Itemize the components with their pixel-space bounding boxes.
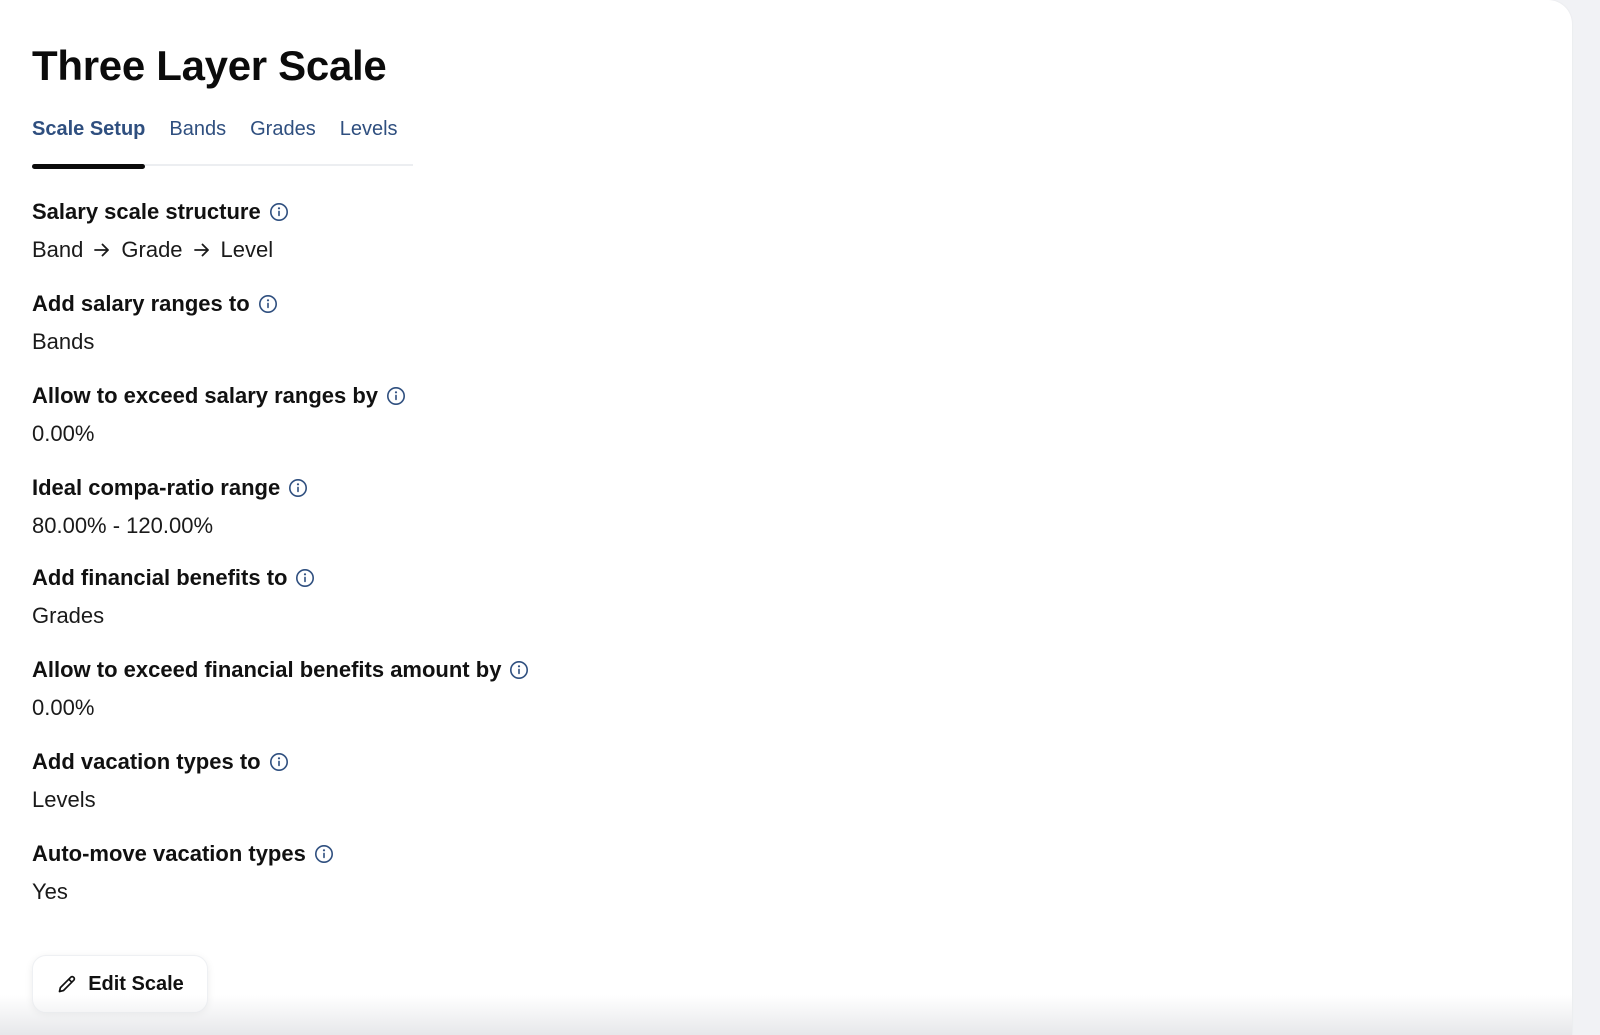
field-value: Grades — [32, 603, 105, 628]
info-icon[interactable] — [258, 294, 278, 314]
structure-band: Band — [32, 237, 84, 262]
tab-bands[interactable]: Bands — [169, 116, 226, 166]
field-auto-move-vacation: Auto-move vacation types Yes — [32, 840, 1572, 932]
field-vacation-types-to: Add vacation types to Levels — [32, 748, 1572, 840]
field-label: Add financial benefits to — [32, 565, 288, 590]
field-value: Levels — [32, 787, 96, 812]
info-icon[interactable] — [509, 660, 529, 680]
tab-bar: Scale Setup Bands Grades Levels — [32, 116, 413, 169]
bottom-fade — [0, 995, 1572, 1035]
info-icon[interactable] — [288, 478, 308, 498]
tab-grades[interactable]: Grades — [250, 116, 316, 166]
field-financial-benefits-to: Add financial benefits to Grades — [32, 564, 1572, 656]
info-icon[interactable] — [269, 752, 289, 772]
field-label: Salary scale structure — [32, 199, 261, 224]
field-exceed-financial-benefits: Allow to exceed financial benefits amoun… — [32, 656, 1572, 748]
edit-scale-button[interactable]: Edit Scale — [32, 955, 208, 1013]
pencil-icon — [56, 973, 78, 995]
field-label: Allow to exceed financial benefits amoun… — [32, 657, 502, 682]
tab-scale-setup[interactable]: Scale Setup — [32, 116, 146, 169]
edit-scale-label: Edit Scale — [88, 972, 184, 995]
field-value: 0.00% — [32, 421, 95, 446]
tab-levels[interactable]: Levels — [340, 116, 398, 166]
field-value: Yes — [32, 879, 68, 904]
field-label: Ideal compa-ratio range — [32, 475, 281, 500]
info-icon[interactable] — [269, 202, 289, 222]
page-title: Three Layer Scale — [32, 42, 387, 89]
field-label: Add vacation types to — [32, 749, 261, 774]
field-ideal-compa-ratio: Ideal compa-ratio range 80.00% - 120.00% — [32, 474, 1572, 564]
structure-grade: Grade — [121, 237, 183, 262]
scale-settings-list: Salary scale structure Band Grade Level … — [32, 198, 1572, 932]
structure-level: Level — [220, 237, 274, 262]
field-salary-ranges-to: Add salary ranges to Bands — [32, 290, 1572, 382]
field-label: Add salary ranges to — [32, 291, 250, 316]
field-label: Auto-move vacation types — [32, 841, 306, 866]
field-value: 80.00% - 120.00% — [32, 513, 214, 538]
info-icon[interactable] — [386, 386, 406, 406]
field-salary-scale-structure: Salary scale structure Band Grade Level — [32, 198, 1572, 290]
arrow-right-icon — [91, 239, 113, 261]
arrow-right-icon — [191, 239, 213, 261]
field-value: 0.00% — [32, 695, 95, 720]
field-label: Allow to exceed salary ranges by — [32, 383, 379, 408]
scale-detail-card: Three Layer Scale Scale Setup Bands Grad… — [0, 0, 1572, 1035]
info-icon[interactable] — [295, 568, 315, 588]
field-value: Band Grade Level — [32, 236, 1572, 264]
info-icon[interactable] — [314, 844, 334, 864]
field-exceed-salary-ranges: Allow to exceed salary ranges by 0.00% — [32, 382, 1572, 474]
field-value: Bands — [32, 329, 95, 354]
